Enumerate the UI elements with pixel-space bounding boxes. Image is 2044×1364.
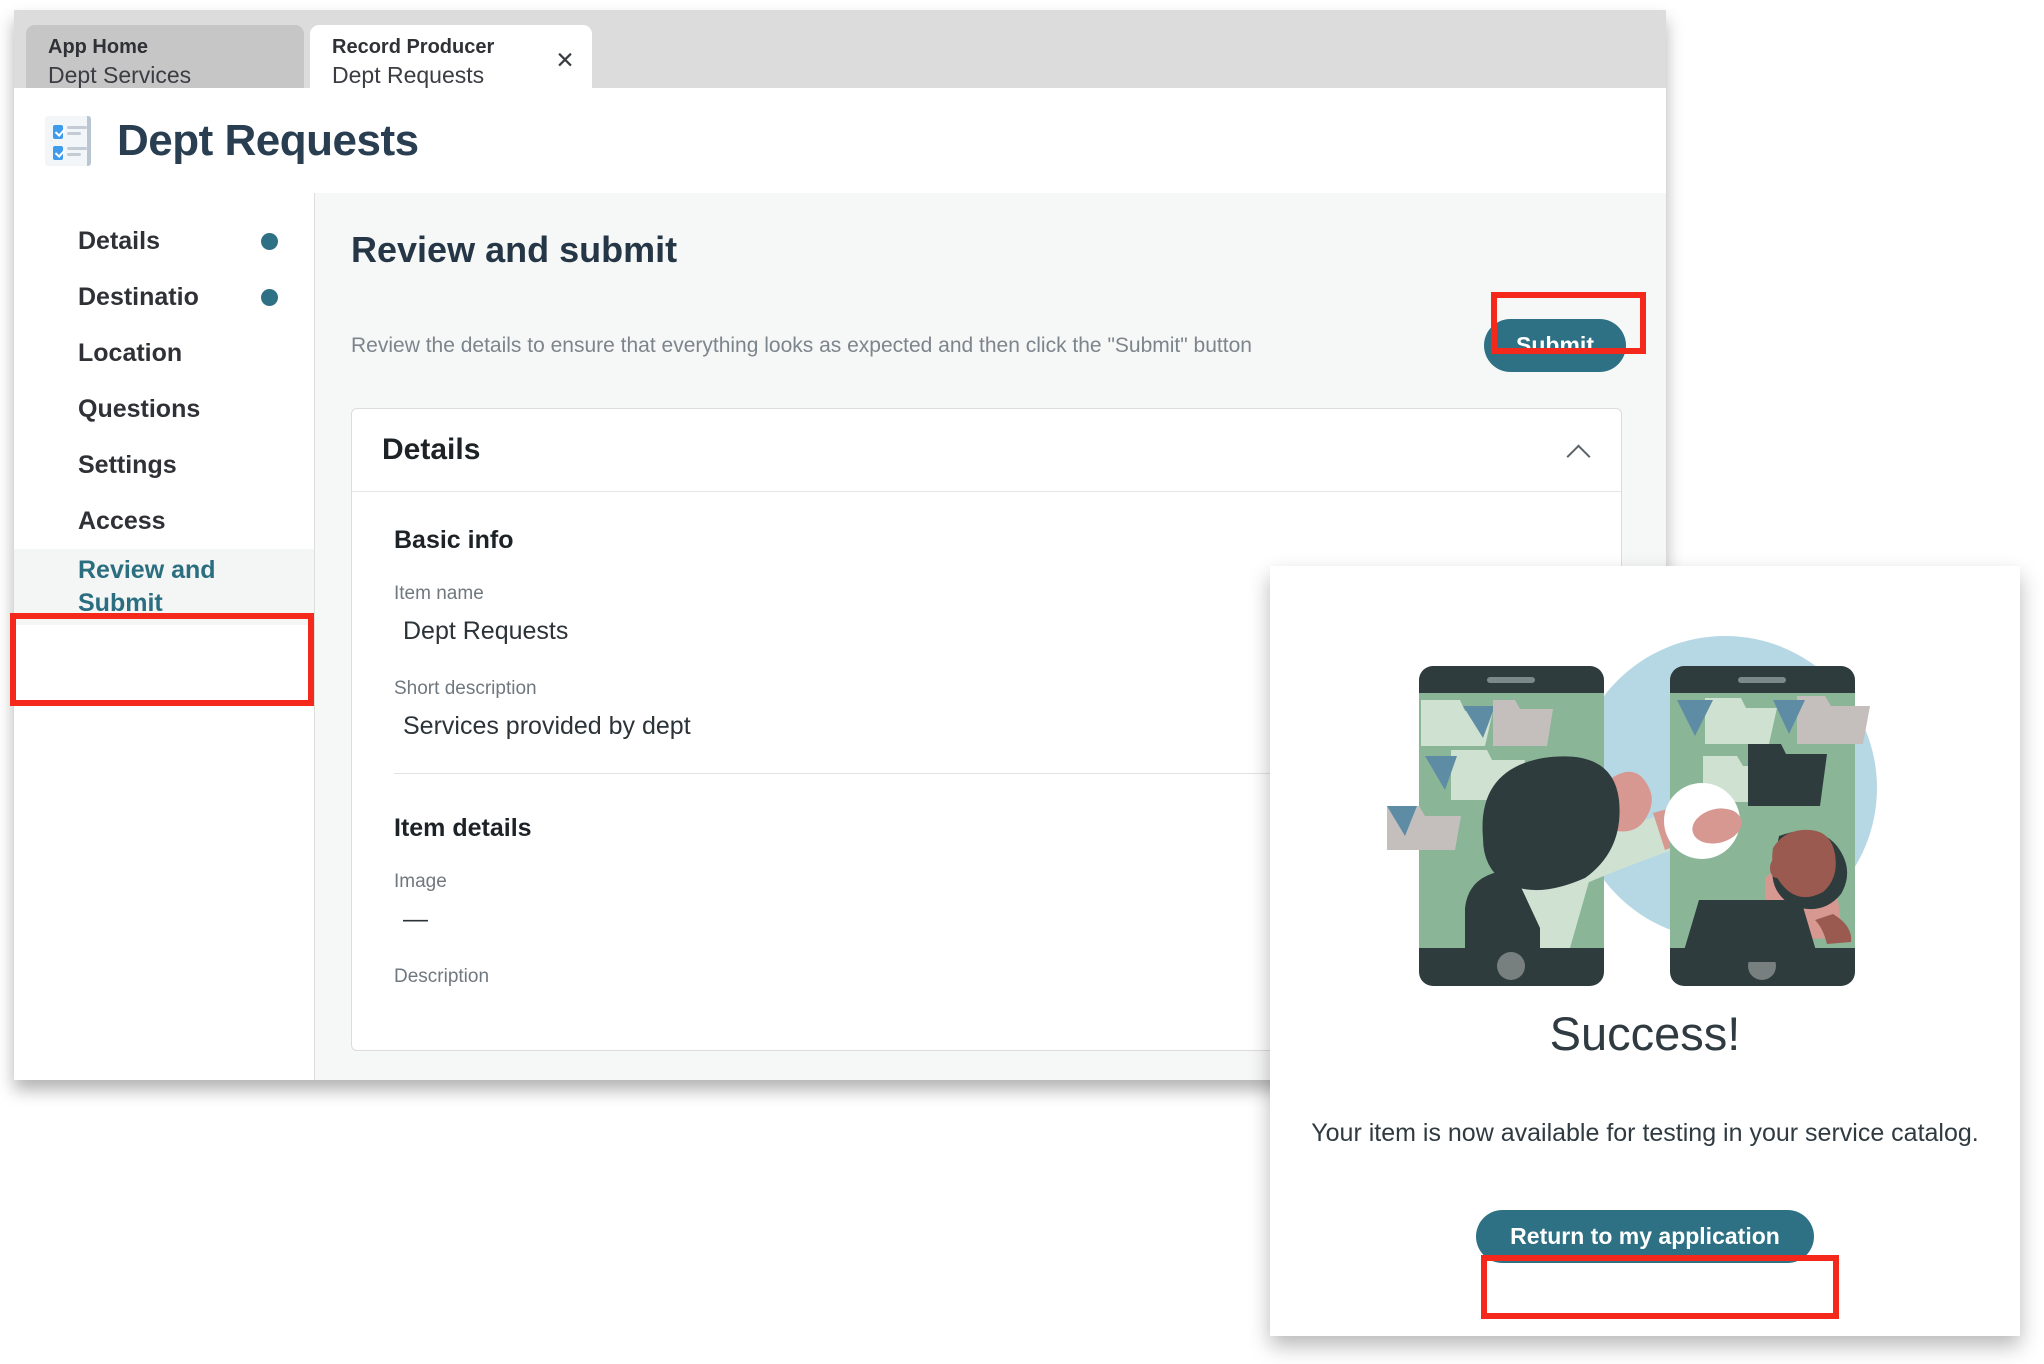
checkbox-glyph: [53, 145, 63, 160]
close-icon[interactable]: ✕: [554, 49, 576, 72]
sidebar-item-label: Details: [78, 226, 160, 255]
checklist-form-icon: [45, 115, 91, 166]
status-dot-icon: [261, 288, 278, 306]
page-title: Dept Requests: [117, 115, 419, 165]
line-glyph: [67, 125, 87, 138]
tab-app-home[interactable]: App Home Dept Services: [26, 25, 304, 88]
tab-title: Dept Requests: [332, 62, 485, 88]
sidebar-item-details[interactable]: Details: [14, 213, 314, 269]
tab-title: Dept Services: [48, 62, 192, 88]
sidebar-item-label: Destinatio: [78, 282, 199, 311]
details-card-header[interactable]: Details: [352, 409, 1621, 492]
instruction-text: Review the details to ensure that everyt…: [351, 333, 1252, 357]
checkbox-glyph: [53, 124, 63, 139]
modal-actions: Return to my application: [1476, 1210, 1814, 1263]
sidebar-item-settings[interactable]: Settings: [14, 437, 314, 493]
two-people-phones-sync-illustration: [1365, 578, 1925, 998]
tab-kicker: App Home: [48, 36, 148, 58]
modal-title: Success!: [1549, 1007, 1741, 1060]
sidebar-nav: Details Destinatio Location Questions Se…: [14, 193, 315, 1080]
chevron-up-icon[interactable]: [1567, 442, 1593, 458]
browser-tab-strip: App Home Dept Services Record Producer D…: [14, 10, 1666, 89]
sidebar-item-questions[interactable]: Questions: [14, 381, 314, 437]
success-modal: Success! Your item is now available for …: [1270, 566, 2020, 1336]
tab-kicker: Record Producer: [332, 36, 495, 58]
sidebar-item-destination[interactable]: Destinatio: [14, 269, 314, 325]
sidebar-item-label: Access: [78, 506, 166, 535]
section-title-basic-info: Basic info: [394, 526, 514, 554]
modal-message: Your item is now available for testing i…: [1311, 1119, 1979, 1147]
sidebar-item-label: Location: [78, 338, 183, 367]
screenshot-stage: App Home Dept Services Record Producer D…: [0, 0, 2044, 1364]
sidebar-item-label: Questions: [78, 394, 201, 423]
sidebar-item-access[interactable]: Access: [14, 493, 314, 549]
subtext-row: Review the details to ensure that everyt…: [351, 319, 1626, 372]
status-dot-icon: [261, 232, 278, 250]
return-to-my-application-button[interactable]: Return to my application: [1476, 1210, 1814, 1263]
app-header: Dept Requests: [14, 88, 1666, 194]
tab-record-producer[interactable]: Record Producer Dept Requests ✕: [310, 25, 592, 88]
submit-button[interactable]: Submit: [1484, 319, 1626, 372]
sidebar-item-review-and-submit[interactable]: Review and Submit: [14, 549, 314, 625]
sidebar-item-location[interactable]: Location: [14, 325, 314, 381]
sidebar-item-label: Settings: [78, 450, 177, 479]
details-card-title: Details: [382, 433, 481, 466]
sidebar-item-label: Review and Submit: [78, 556, 216, 617]
section-heading: Review and submit: [351, 229, 678, 270]
line-glyph: [67, 146, 87, 159]
